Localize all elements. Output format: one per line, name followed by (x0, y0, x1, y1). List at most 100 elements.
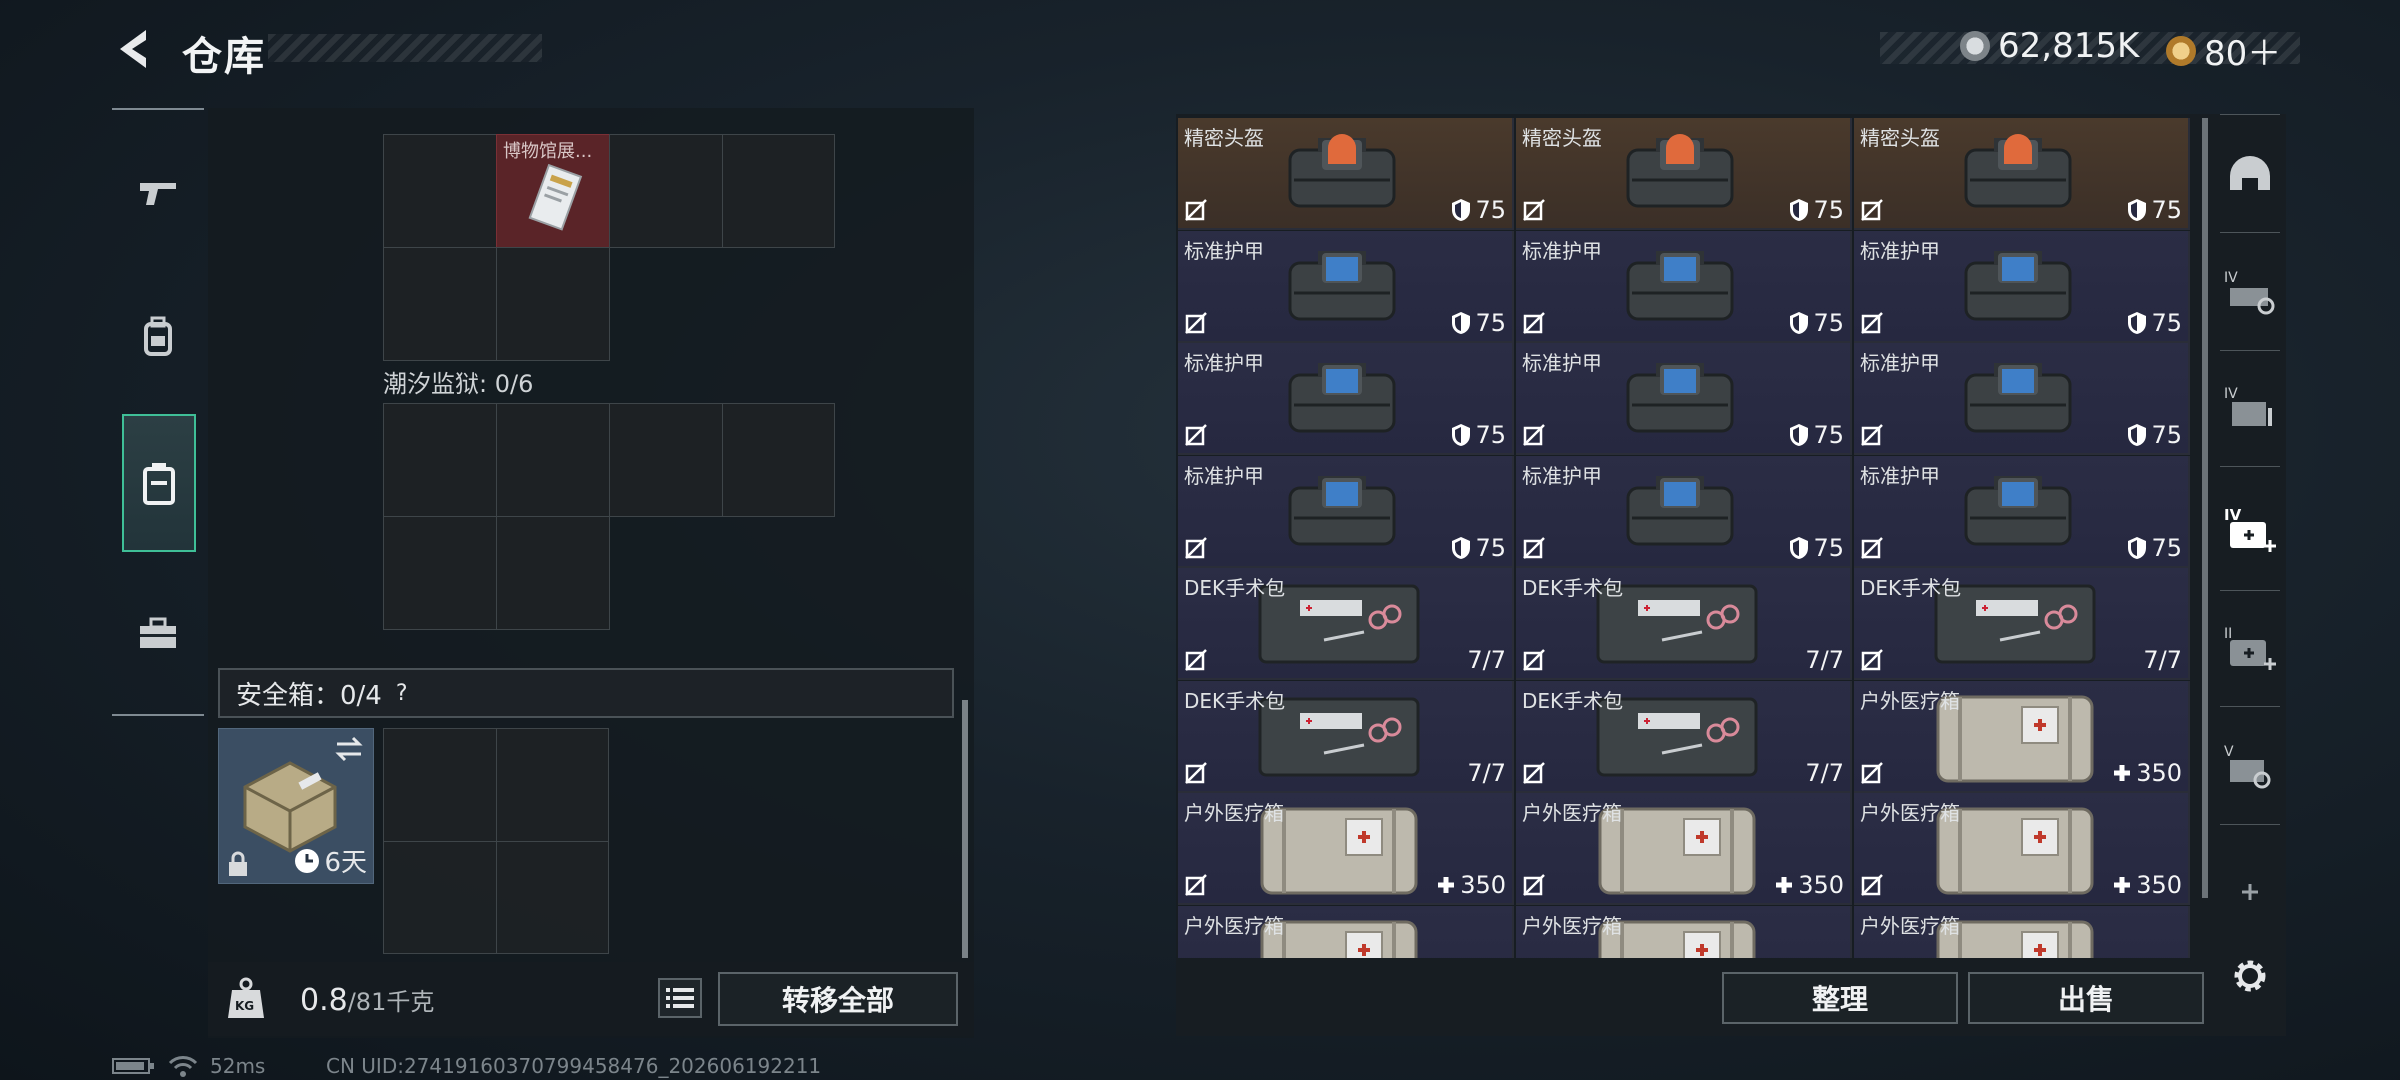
inventory-item-surgery[interactable]: DEK手术包 7/7 (1854, 568, 2190, 680)
grid-cell[interactable] (496, 841, 609, 954)
inventory-item-medkit[interactable]: 户外医疗箱 350 (1854, 680, 2190, 793)
armor-durability-icon (1452, 424, 1471, 446)
item-name: 标准护甲 (1860, 351, 1940, 375)
item-name: 标准护甲 (1184, 238, 1264, 263)
safe-box-slot[interactable]: 6天 (218, 728, 374, 884)
inventory-item-armor[interactable]: 标准护甲 75 (1516, 455, 1852, 568)
item-value: 75 (2127, 534, 2182, 562)
armor-durability-icon (1790, 424, 1809, 446)
no-drop-icon (1523, 424, 1545, 446)
inventory-item-surgery[interactable]: DEK手术包 7/7 (1516, 568, 1852, 680)
grid-cell[interactable] (383, 841, 497, 954)
grid-cell[interactable] (496, 516, 610, 630)
inventory-item-armor[interactable]: 标准护甲 75 (1516, 343, 1852, 455)
svg-text:IV: IV (2224, 386, 2238, 402)
weight-icon-text: KG (235, 999, 255, 1013)
grid-cell[interactable] (383, 728, 497, 842)
item-name: 标准护甲 (1860, 463, 1940, 488)
svg-text:IV: IV (2224, 506, 2242, 524)
no-drop-icon (1861, 536, 1883, 559)
inventory-item-medkit[interactable]: 户外医疗箱 350 (1516, 793, 1852, 905)
inventory-item-armor[interactable]: 标准护甲 75 (1854, 343, 2190, 455)
key-lvl5-filter-icon[interactable]: V (2224, 740, 2276, 792)
no-drop-icon (1185, 761, 1207, 784)
inventory-item-helmet[interactable]: 精密头盔 75 (1178, 118, 1514, 230)
item-value: 350 (1774, 871, 1844, 899)
inventory-item-armor[interactable]: 标准护甲 75 (1854, 455, 2190, 568)
grid-cell[interactable] (722, 134, 835, 248)
item-value-text: 75 (2151, 533, 2182, 562)
ammo-lvl4-filter-icon[interactable]: IV (2224, 382, 2276, 434)
swap-icon[interactable] (333, 735, 365, 763)
inventory-item-armor[interactable]: 标准护甲 75 (1516, 230, 1852, 343)
item-art (1958, 124, 2078, 224)
lock-icon (229, 851, 247, 876)
page-title: 仓库 (182, 34, 266, 80)
helmet-item-icon (1964, 134, 2072, 208)
add-filter-icon[interactable] (2224, 866, 2276, 918)
inventory-item-medkit[interactable]: 户外医疗箱 (1854, 905, 2190, 958)
nav-gear[interactable] (112, 292, 204, 382)
inventory-item-surgery[interactable]: DEK手术包 7/7 (1516, 680, 1852, 793)
inventory-item-medkit[interactable]: 户外医疗箱 (1178, 905, 1514, 958)
item-value-text: 7/7 (2143, 646, 2182, 674)
storage-scrollbar[interactable] (962, 700, 968, 958)
armor-lvl4-filter-icon[interactable]: IV (2224, 266, 2276, 318)
armor-item-icon (1288, 363, 1396, 433)
inventory-item-armor[interactable]: 标准护甲 75 (1178, 230, 1514, 343)
grid-cell[interactable] (383, 247, 497, 361)
nav-toolbox[interactable] (112, 588, 204, 678)
grid-cell[interactable] (383, 134, 497, 248)
grid-cell[interactable] (496, 403, 610, 517)
help-icon[interactable]: ? (396, 681, 408, 706)
inventory-item-medkit[interactable]: 户外医疗箱 350 (1178, 793, 1514, 905)
toolbox-icon (140, 617, 176, 648)
inventory-item-medkit[interactable]: 户外医疗箱 (1516, 905, 1852, 958)
medkit-lvl4-filter-icon[interactable]: IV (2224, 504, 2276, 556)
item-value: 75 (2127, 309, 2182, 337)
no-drop-icon (1861, 424, 1883, 446)
gold-coin-icon (2166, 35, 2196, 66)
wifi-icon (168, 1056, 198, 1077)
inventory-item-surgery[interactable]: DEK手术包 7/7 (1178, 568, 1514, 680)
back-arrow-icon[interactable] (112, 26, 152, 72)
inventory-item-medkit[interactable]: 户外医疗箱 350 (1854, 793, 2190, 905)
inventory-scrollbar[interactable] (2202, 118, 2208, 898)
svg-text:V: V (2224, 744, 2234, 760)
inventory-item-armor[interactable]: 标准护甲 75 (1854, 230, 2190, 343)
item-value: 75 (1789, 196, 1844, 224)
item-value: 75 (1451, 196, 1506, 224)
item-value: 75 (1451, 421, 1506, 449)
currency-gold[interactable]: 80＋ (2166, 26, 2281, 75)
armor-durability-icon (2128, 199, 2147, 221)
uid-text: CN UID:27419160370799458476_202606192211 (326, 1054, 822, 1078)
settings-gear-icon[interactable] (2224, 950, 2276, 1002)
nav-weapons[interactable] (112, 148, 204, 238)
grid-cell[interactable] (722, 403, 835, 517)
medkit-lvl2-filter-icon[interactable]: II (2224, 622, 2276, 674)
grid-cell[interactable] (383, 516, 497, 630)
grid-cell[interactable] (609, 403, 723, 517)
nav-containers[interactable] (122, 414, 196, 552)
sell-button[interactable]: 出售 (1968, 972, 2204, 1024)
list-view-button[interactable] (658, 978, 702, 1018)
grid-cell[interactable] (496, 247, 610, 361)
inventory-item-helmet[interactable]: 精密头盔 75 (1516, 118, 1852, 230)
currency-silver[interactable]: 62,815K (1960, 26, 2139, 66)
item-value: 75 (1789, 309, 1844, 337)
armor-durability-icon (2128, 311, 2147, 334)
helmet-filter-icon[interactable] (2224, 150, 2276, 202)
grid-cell[interactable] (383, 403, 497, 517)
item-value-text: 350 (2136, 871, 2182, 899)
inventory-item-surgery[interactable]: DEK手术包 7/7 (1178, 680, 1514, 793)
no-drop-icon (1523, 536, 1545, 559)
grid-cell[interactable] (496, 728, 609, 842)
inventory-item-armor[interactable]: 标准护甲 75 (1178, 343, 1514, 455)
heal-plus-icon (1438, 877, 1455, 893)
inventory-item-helmet[interactable]: 精密头盔 75 (1854, 118, 2190, 230)
inventory-item-armor[interactable]: 标准护甲 75 (1178, 455, 1514, 568)
stored-item[interactable]: 博物馆展... (496, 134, 610, 248)
transfer-all-button[interactable]: 转移全部 (718, 972, 958, 1026)
grid-cell[interactable] (609, 134, 723, 248)
organize-button[interactable]: 整理 (1722, 972, 1958, 1024)
